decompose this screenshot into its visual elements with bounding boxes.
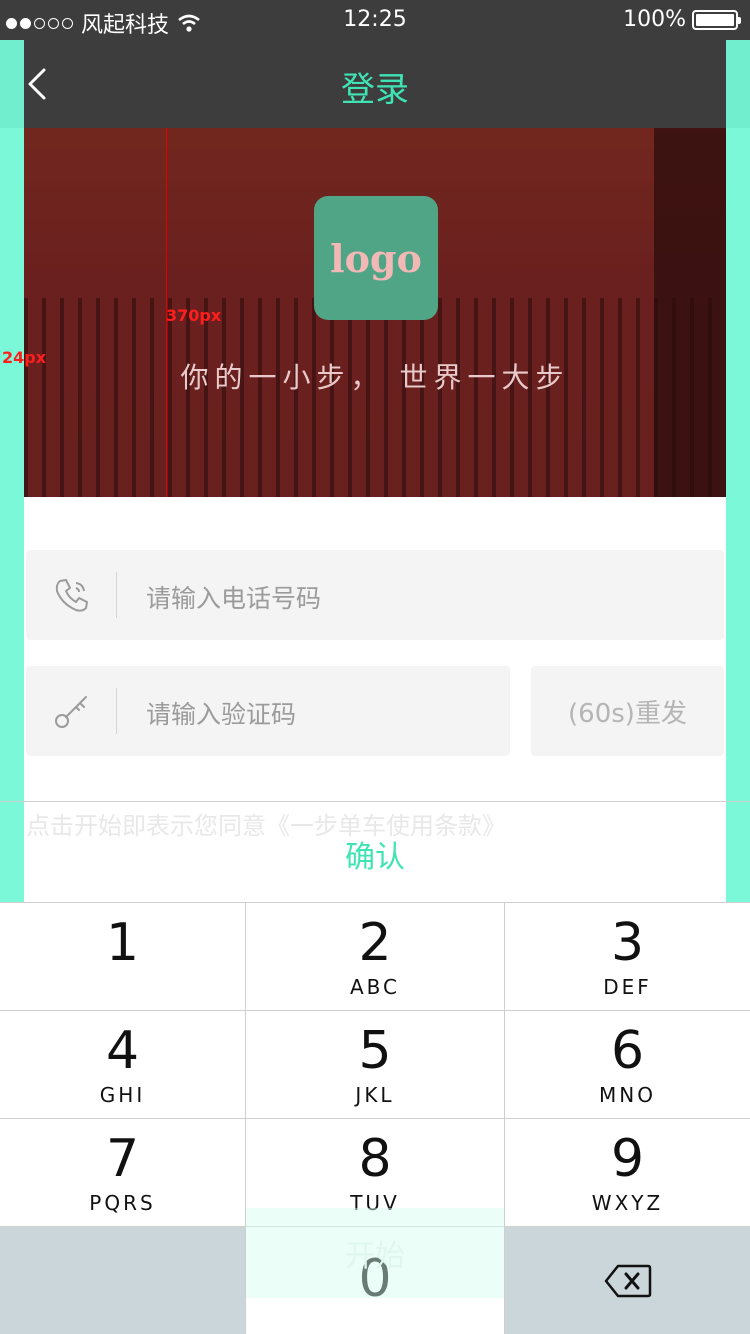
- key-blank: [0, 1227, 246, 1334]
- phone-field[interactable]: 请输入电话号码: [26, 550, 724, 640]
- resend-code-button[interactable]: (60s)重发: [531, 666, 724, 756]
- hero-slogan: 你的一小步， 世界一大步: [180, 361, 570, 394]
- phone-icon: [55, 579, 88, 612]
- start-button[interactable]: 开始: [246, 1208, 504, 1298]
- key-5[interactable]: 5 JKL: [246, 1011, 505, 1119]
- status-right: 100%: [623, 7, 741, 32]
- hero-background-tree: [654, 128, 726, 497]
- key-2[interactable]: 2 ABC: [246, 902, 505, 1011]
- verification-code-field[interactable]: 请输入验证码: [26, 666, 510, 756]
- page-title: 登录: [341, 70, 409, 110]
- battery-icon: [692, 9, 741, 30]
- key-6[interactable]: 6 MNO: [505, 1011, 750, 1119]
- hero-banner: 370px logo 你的一小步， 世界一大步: [24, 128, 726, 497]
- nav-bar: 登录: [0, 40, 750, 128]
- logo-text: logo: [330, 235, 422, 281]
- height-measure-label: 370px: [166, 306, 222, 325]
- divider: [0, 801, 750, 802]
- key-1[interactable]: 1: [0, 902, 246, 1011]
- phone-placeholder: 请输入电话号码: [146, 584, 322, 613]
- delete-key[interactable]: [505, 1227, 750, 1334]
- input-divider: [116, 572, 117, 618]
- margin-measure-label: 24px: [2, 348, 47, 367]
- status-bar: 风起科技 12:25 100%: [0, 0, 750, 40]
- key-7[interactable]: 7 PQRS: [0, 1119, 246, 1227]
- backspace-icon: [604, 1264, 651, 1297]
- app-logo: logo: [314, 196, 438, 320]
- confirm-button[interactable]: 确认: [0, 832, 750, 876]
- key-4[interactable]: 4 GHI: [0, 1011, 246, 1119]
- input-divider: [116, 688, 117, 734]
- key-icon: [55, 696, 87, 728]
- key-3[interactable]: 3 DEF: [505, 902, 750, 1011]
- code-placeholder: 请输入验证码: [146, 700, 297, 729]
- key-9[interactable]: 9 WXYZ: [505, 1119, 750, 1227]
- battery-percent: 100%: [623, 7, 686, 32]
- hero-background-fence: [24, 298, 726, 497]
